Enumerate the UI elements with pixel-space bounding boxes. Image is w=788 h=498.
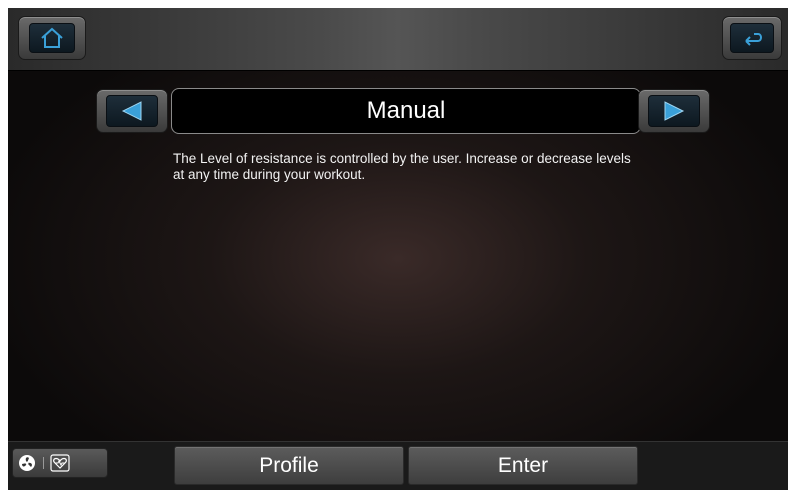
top-bar [8, 8, 788, 71]
home-button[interactable] [18, 16, 86, 60]
home-icon [29, 23, 75, 53]
previous-program-button[interactable] [96, 89, 168, 133]
fan-icon[interactable] [17, 453, 37, 473]
status-divider [43, 457, 44, 469]
enter-button[interactable]: Enter [408, 446, 638, 485]
screen: Manual The Level of resistance is contro… [8, 8, 788, 490]
heart-rate-icon[interactable] [50, 453, 70, 473]
triangle-right-icon [648, 95, 700, 127]
back-button[interactable] [722, 16, 782, 60]
profile-button[interactable]: Profile [174, 446, 404, 485]
program-description: The Level of resistance is controlled by… [173, 151, 631, 182]
triangle-left-icon [106, 95, 158, 127]
next-program-button[interactable] [638, 89, 710, 133]
status-indicators [12, 448, 108, 478]
back-arrow-icon [730, 23, 774, 53]
program-title: Manual [171, 88, 641, 134]
bottom-bar: Profile Enter [8, 441, 788, 490]
